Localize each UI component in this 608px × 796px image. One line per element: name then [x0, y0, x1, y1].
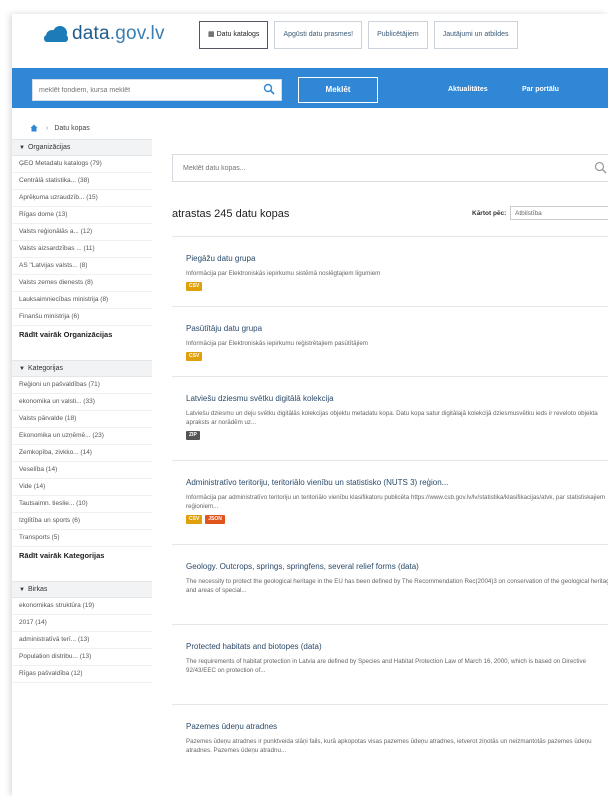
format-badge[interactable]: CSV: [186, 352, 203, 361]
nav-apgusti-datu-prasmes[interactable]: Apgūsti datu prasmes!: [274, 21, 363, 49]
facet-item[interactable]: Population distribu... (13): [12, 649, 152, 666]
facet-item[interactable]: ekonomika un valsti... (33): [12, 394, 152, 411]
facet-item[interactable]: Ekonomika un uzņēmē... (23): [12, 428, 152, 445]
nav-publicetajiem[interactable]: Publicētājiem: [368, 21, 428, 49]
sort-select[interactable]: Atbilstība: [510, 206, 608, 220]
facet-item[interactable]: Transports (5): [12, 530, 152, 547]
dataset-title-link[interactable]: Pazemes ūdeņu atradnes: [186, 722, 608, 731]
cloud-logo-icon: [44, 25, 68, 43]
facet-item[interactable]: Veselība (14): [12, 462, 152, 479]
facet-item[interactable]: Finanšu ministrija (6): [12, 309, 152, 326]
facet-item[interactable]: Tautsaimn. tieslie... (10): [12, 496, 152, 513]
facet-tags: Birkas ekonomikas struktūra (19) 2017 (1…: [12, 581, 152, 683]
show-more-organizations[interactable]: Rādīt vairāk Organizācijas: [12, 326, 152, 344]
show-more-categories[interactable]: Rādīt vairāk Kategorijas: [12, 547, 152, 565]
dataset-title-link[interactable]: Piegāžu datu grupa: [186, 254, 608, 263]
facet-item[interactable]: Valsts reģionālās a... (12): [12, 224, 152, 241]
sort-label: Kārtot pēc:: [472, 210, 507, 217]
browser-page: data.gov.lv Datu katalogs Apgūsti datu p…: [12, 14, 608, 796]
search-icon[interactable]: [594, 161, 607, 174]
dataset-search-input[interactable]: [173, 155, 585, 181]
dataset-search-field[interactable]: [172, 154, 608, 182]
format-badge[interactable]: CSV: [186, 515, 203, 524]
link-aktualitates[interactable]: Aktualitātes: [448, 86, 488, 93]
facet-item[interactable]: Izglītība un sports (6): [12, 513, 152, 530]
dataset-title-link[interactable]: Administratīvo teritoriju, teritoriālo v…: [186, 478, 608, 487]
dataset-result: Protected habitats and biotopes (data) Th…: [172, 624, 608, 704]
results-list: Piegāžu datu grupa Informācija par Elektr…: [172, 236, 608, 774]
nav-datu-katalogs[interactable]: Datu katalogs: [199, 21, 269, 49]
result-count: atrastas 245 datu kopas: [172, 208, 290, 220]
facet-item[interactable]: 2017 (14): [12, 615, 152, 632]
dataset-title-link[interactable]: Protected habitats and biotopes (data): [186, 642, 608, 651]
format-badges: CSV: [186, 352, 608, 361]
facet-item[interactable]: Rīgas pašvaldība (12): [12, 666, 152, 683]
facet-organizations: Organizācijas ĢEO Metadatu katalogs (79)…: [12, 139, 152, 344]
logo-main: data: [72, 23, 110, 44]
dataset-result: Pasūtītāju datu grupa Informācija par Ele…: [172, 306, 608, 376]
site-header: data.gov.lv Datu katalogs Apgūsti datu p…: [12, 14, 608, 54]
nav-jautajumi[interactable]: Jautājumi un atbildes: [433, 21, 518, 49]
facet-item[interactable]: AS "Latvijas valsts... (8): [12, 258, 152, 275]
dataset-title-link[interactable]: Geology. Outcrops, springs, springfens, …: [186, 562, 608, 571]
header-search-input[interactable]: [33, 80, 261, 100]
format-badges: ZIP: [186, 431, 608, 440]
dataset-description: Pazemes ūdeņu atradnes ir punktveida slā…: [186, 738, 592, 754]
header-search-field[interactable]: [32, 79, 282, 101]
facet-title[interactable]: Organizācijas: [12, 139, 152, 156]
facet-item[interactable]: Aprēķuma uzraudzīb... (15): [12, 190, 152, 207]
facet-item[interactable]: Valsts pārvalde (18): [12, 411, 152, 428]
facet-item[interactable]: Rīgas dome (13): [12, 207, 152, 224]
facet-item[interactable]: ekonomikas struktūra (19): [12, 598, 152, 615]
dataset-result: Latviešu dziesmu svētku digitālā kolekci…: [172, 376, 608, 460]
dataset-title-link[interactable]: Latviešu dziesmu svētku digitālā kolekci…: [186, 394, 608, 403]
logo-text: data.gov.lv: [72, 23, 165, 45]
facet-item[interactable]: Lauksaimniecības ministrija (8): [12, 292, 152, 309]
search-icon[interactable]: [263, 83, 275, 95]
facet-item[interactable]: Zemkopība, zivkko... (14): [12, 445, 152, 462]
facet-item[interactable]: ĢEO Metadatu katalogs (79): [12, 156, 152, 173]
facet-item[interactable]: Valsts zemes dienests (8): [12, 275, 152, 292]
format-badge[interactable]: ZIP: [186, 431, 200, 440]
dataset-result: Administratīvo teritoriju, teritoriālo v…: [172, 460, 608, 544]
site-logo[interactable]: data.gov.lv: [44, 22, 165, 46]
dataset-description: Informācija par Elektroniskās iepirkumu …: [186, 340, 368, 347]
format-badge[interactable]: JSON: [205, 515, 225, 524]
main-nav: Datu katalogs Apgūsti datu prasmes! Publ…: [199, 21, 524, 49]
search-bar: Meklēt Aktualitātes Par portālu: [12, 68, 608, 108]
dataset-description: Informācija par Elektroniskās iepirkumu …: [186, 270, 381, 277]
facet-item[interactable]: Vide (14): [12, 479, 152, 496]
dataset-description: The requirements of habitat protection i…: [186, 658, 587, 674]
dataset-description: Latviešu dziesmu un deju svētku digitālā…: [186, 410, 598, 426]
dataset-result: Geology. Outcrops, springs, springfens, …: [172, 544, 608, 624]
facet-title[interactable]: Birkas: [12, 581, 152, 598]
format-badges: CSV JSON: [186, 515, 608, 524]
facet-title[interactable]: Kategorijas: [12, 360, 152, 377]
dataset-result: Pazemes ūdeņu atradnes Pazemes ūdeņu atra…: [172, 704, 608, 774]
facet-item[interactable]: administratīvā terī... (13): [12, 632, 152, 649]
breadcrumb-current[interactable]: Datu kopas: [54, 125, 89, 132]
dataset-description: Informācija par administratīvo teritorij…: [186, 494, 606, 510]
dataset-title-link[interactable]: Pasūtītāju datu grupa: [186, 324, 608, 333]
format-badges: CSV: [186, 282, 608, 291]
filter-sidebar: Organizācijas ĢEO Metadatu katalogs (79)…: [12, 139, 152, 699]
facet-item[interactable]: Reģioni un pašvaldības (71): [12, 377, 152, 394]
main-content: atrastas 245 datu kopas Kārtot pēc: Atbi…: [172, 154, 608, 754]
search-button[interactable]: Meklēt: [298, 77, 378, 103]
dataset-description: The necessity to protect the geological …: [186, 578, 608, 594]
link-par-portalu[interactable]: Par portālu: [522, 86, 559, 93]
format-badge[interactable]: CSV: [186, 282, 203, 291]
facet-categories: Kategorijas Reģioni un pašvaldības (71) …: [12, 360, 152, 565]
breadcrumb-separator: ›: [46, 124, 49, 132]
home-icon[interactable]: [30, 124, 38, 132]
breadcrumb: › Datu kopas: [30, 124, 90, 132]
dataset-result: Piegāžu datu grupa Informācija par Elektr…: [172, 236, 608, 306]
logo-domain: .gov.lv: [109, 23, 165, 44]
facet-item[interactable]: Centrālā statistika... (38): [12, 173, 152, 190]
facet-item[interactable]: Valsts aizsardzības ... (11): [12, 241, 152, 258]
